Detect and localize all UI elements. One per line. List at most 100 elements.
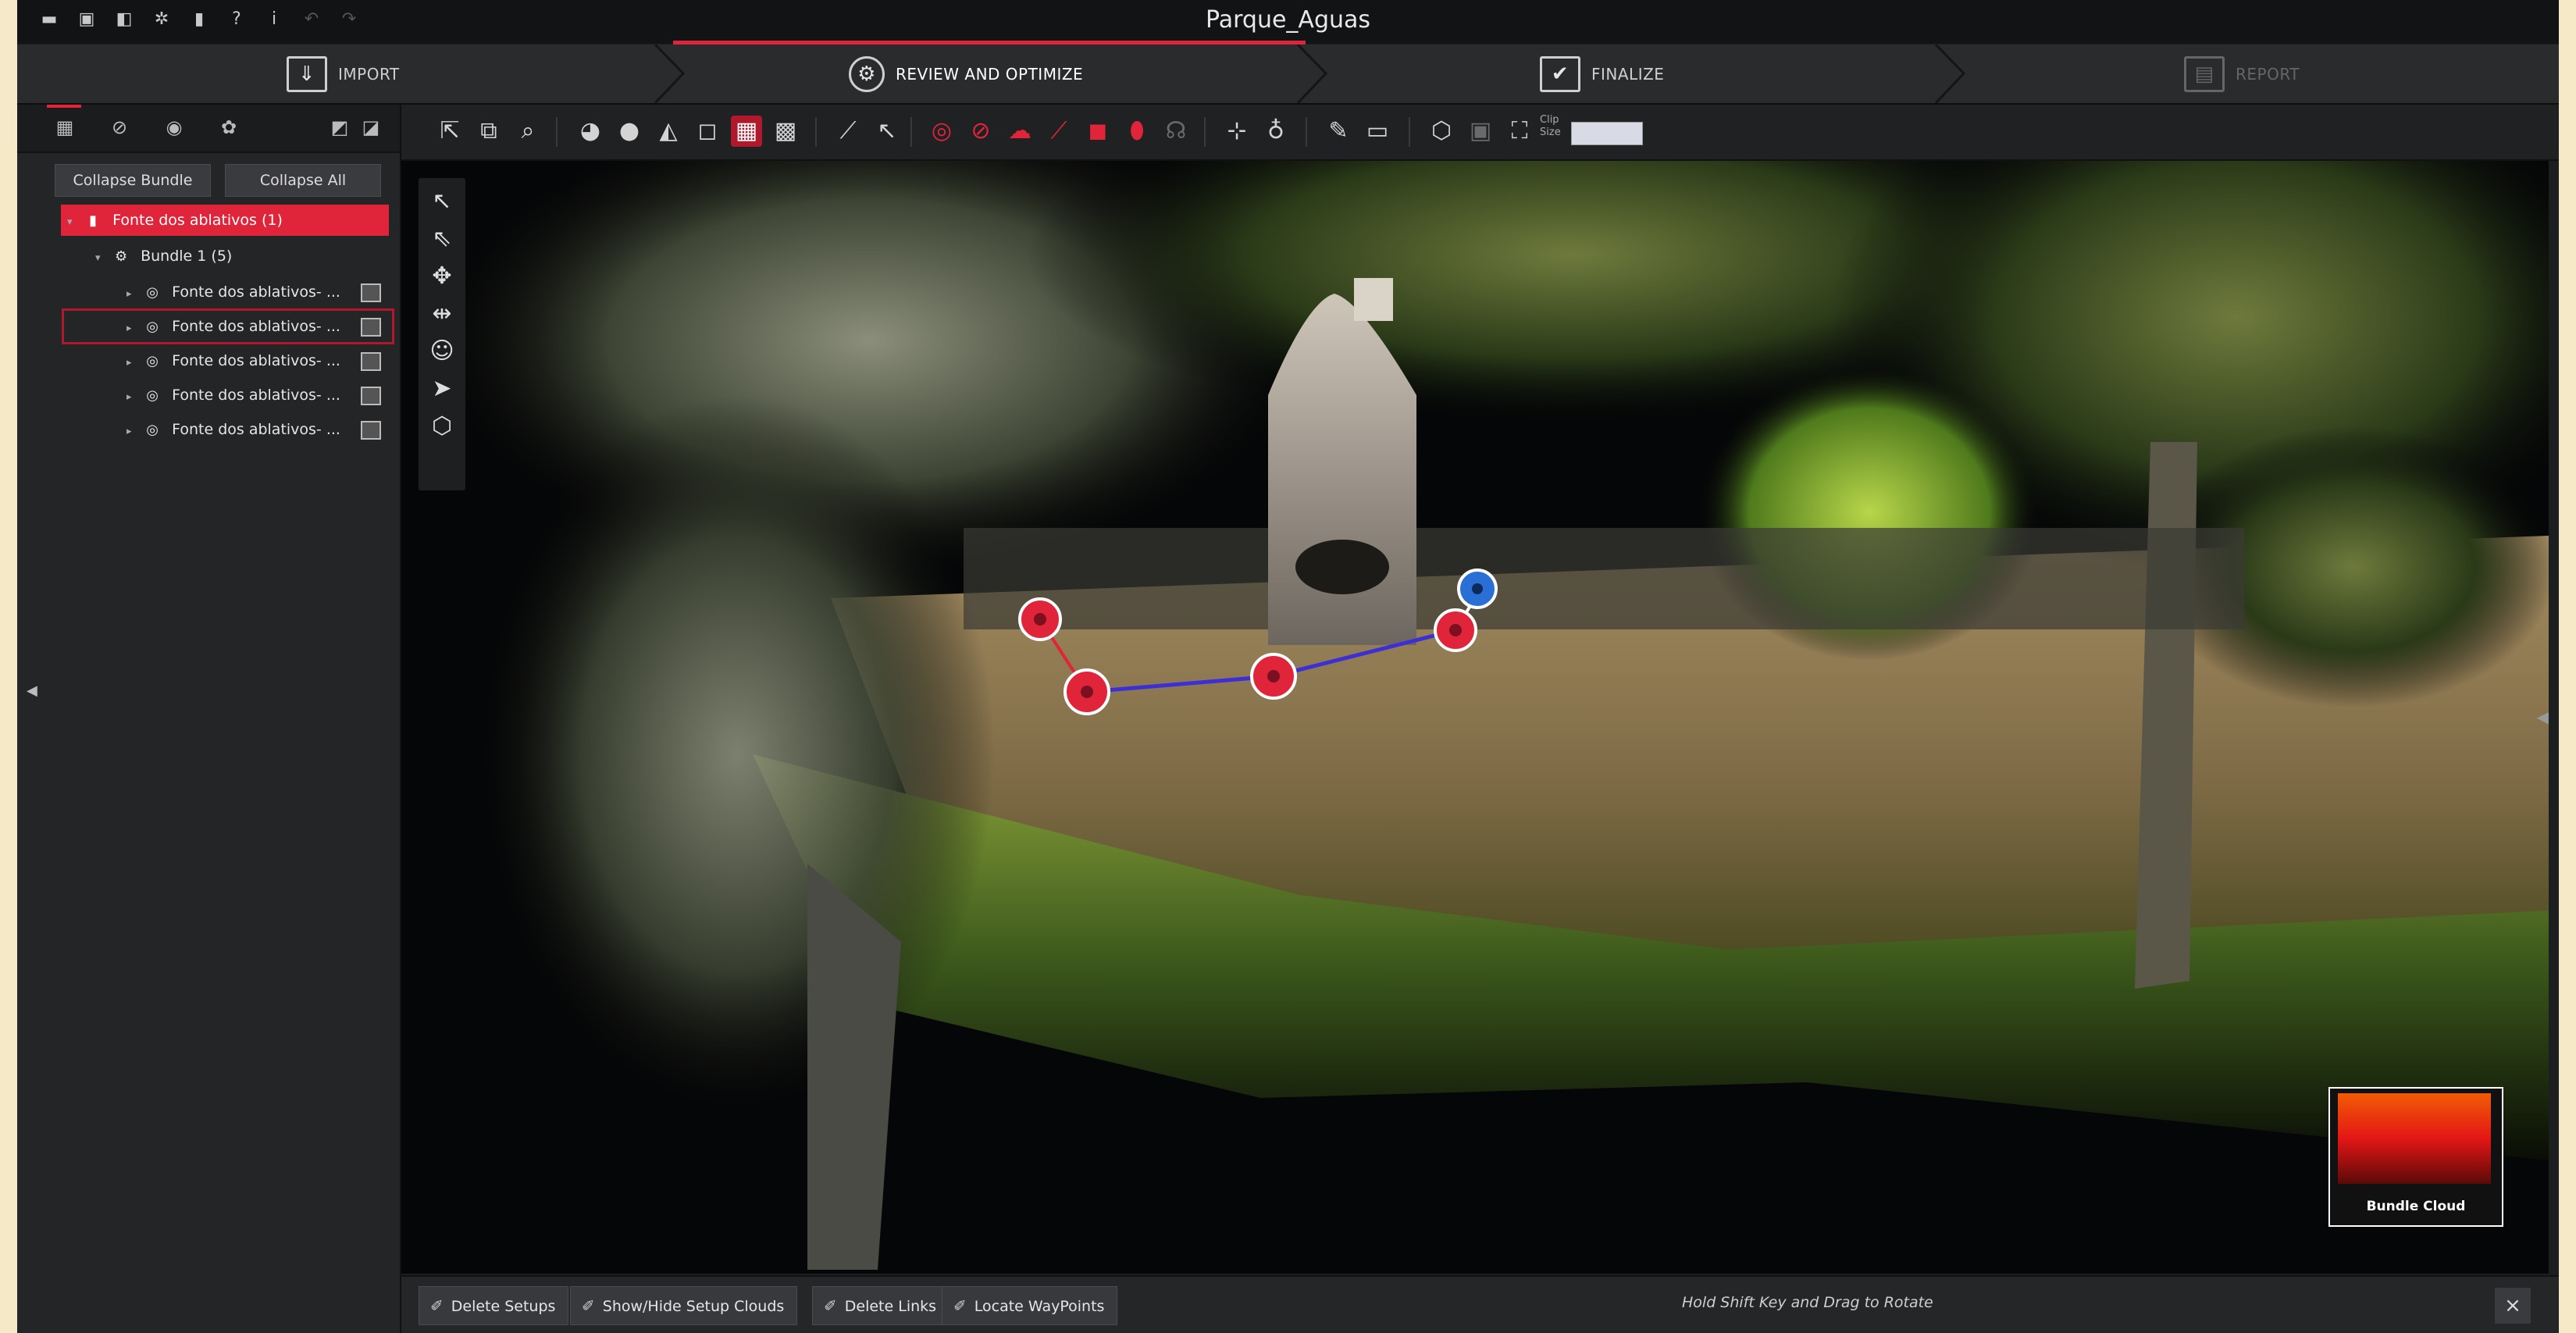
pan-icon[interactable]: ⇹	[426, 298, 458, 330]
workflow-divider	[1934, 45, 1965, 103]
collapse-right-icon[interactable]: ◀	[2537, 707, 2549, 726]
point-cloud-viewport[interactable]: ↖ ⇖ ✥ ⇹ ☺ ➤ ⬡ Bundle Cloud ◀	[401, 161, 2549, 1274]
clip-box-icon[interactable]: ▦	[731, 116, 762, 147]
expand-arrow-icon[interactable]: ▸	[126, 279, 139, 310]
orbit-icon[interactable]: ✥	[426, 261, 458, 292]
box-icon[interactable]: ◻	[692, 116, 723, 147]
clip-size-label: Clip Size	[1540, 114, 1561, 138]
tree-setup-node[interactable]: ▸ ◎ Fonte dos ablativos- ...	[126, 276, 381, 308]
pointer-mode-icon[interactable]: ↖	[871, 116, 903, 147]
delete-setups-label: Delete Setups	[451, 1298, 556, 1315]
active-setup-marker[interactable]	[1457, 568, 1498, 609]
expand-arrow-icon[interactable]: ▾	[95, 243, 108, 274]
show-waypoints-icon[interactable]: ⬮	[1121, 116, 1153, 147]
save-view-icon[interactable]: ▣	[1465, 116, 1496, 147]
measure-icon[interactable]: ⟋	[832, 116, 864, 147]
collapse-buttons: Collapse Bundle Collapse All	[17, 153, 400, 205]
tree-project-node[interactable]: ▾ ▮ Fonte dos ablativos (1)	[61, 205, 389, 236]
show-images-icon[interactable]: ◼	[1082, 116, 1113, 147]
setup-node-label: Fonte dos ablativos- ...	[172, 283, 340, 301]
show-targets-icon[interactable]: ⊘	[965, 116, 996, 147]
locate-waypoints-button[interactable]: ✐ Locate WayPoints	[942, 1286, 1118, 1325]
panel-tabs: ▦ ⊘ ◉ ✿ ◩ ◪	[17, 105, 400, 153]
image-thumbnail-icon[interactable]	[361, 386, 381, 405]
show-links-icon[interactable]: ⟋	[1043, 116, 1074, 147]
tab-selected-indicator	[47, 105, 81, 108]
window-title: Parque_Aguas	[1205, 6, 1371, 34]
status-hint: Hold Shift Key and Drag to Rotate	[1682, 1294, 1933, 1311]
show-hide-setup-clouds-button[interactable]: ✐ Show/Hide Setup Clouds	[570, 1286, 798, 1325]
links-icon[interactable]: ⊘	[109, 117, 130, 137]
expand-arrow-icon[interactable]: ▾	[67, 207, 80, 238]
view-left-icon[interactable]: ◩	[330, 117, 350, 137]
scan-setup-icon: ◎	[146, 352, 159, 369]
fly-icon[interactable]: ➤	[426, 373, 458, 405]
view-right-icon[interactable]: ◪	[361, 117, 381, 137]
grid-icon[interactable]: ▩	[770, 116, 801, 147]
image-thumbnail-icon[interactable]	[361, 317, 381, 337]
image-thumbnail-icon[interactable]	[361, 351, 381, 371]
delete-setups-button[interactable]: ✐ Delete Setups	[419, 1286, 569, 1325]
waypoint-marker[interactable]	[1064, 668, 1110, 715]
zoom-extents-icon[interactable]: ⌕	[512, 116, 543, 147]
show-setups-icon[interactable]: ◎	[926, 116, 957, 147]
delete-links-button[interactable]: ✐ Delete Links	[812, 1286, 950, 1325]
show-labels-icon[interactable]: ☊	[1160, 116, 1192, 147]
scan-setup-icon: ◎	[146, 283, 159, 301]
close-icon[interactable]: ×	[2495, 1288, 2531, 1324]
cloud-toggle-icon: ✐	[582, 1296, 595, 1315]
step-import[interactable]: ⇓ IMPORT	[287, 45, 400, 103]
settings-icon[interactable]: ✿	[219, 117, 239, 137]
show-clouds-icon[interactable]: ☁	[1004, 116, 1035, 147]
step-review-optimize[interactable]: ⚙ REVIEW AND OPTIMIZE	[849, 45, 1083, 103]
collapse-panel-icon[interactable]: ◀	[27, 683, 37, 699]
tree-setup-node[interactable]: ▸ ◎ Fonte dos ablativos- ...	[126, 345, 381, 376]
tree-bundle-node[interactable]: ▾ ⚙ Bundle 1 (5)	[95, 241, 232, 272]
expand-arrow-icon[interactable]: ▸	[126, 348, 139, 379]
select-tool-icon[interactable]: ⇱	[434, 116, 465, 147]
step-finalize[interactable]: ✔ FINALIZE	[1540, 45, 1664, 103]
project-tree-icon[interactable]: ▦	[55, 117, 75, 137]
project-node-label: Fonte dos ablativos (1)	[112, 212, 283, 229]
bundle-cloud-preview[interactable]: Bundle Cloud	[2328, 1087, 2503, 1227]
step-report-label: REPORT	[2236, 64, 2300, 84]
setup-node-label: Fonte dos ablativos- ...	[172, 352, 340, 369]
fountain-top	[1354, 278, 1393, 321]
setup-node-label: Fonte dos ablativos- ...	[172, 421, 340, 438]
image-thumbnail-icon[interactable]	[361, 420, 381, 440]
step-import-label: IMPORT	[338, 64, 400, 84]
collapse-bundle-button[interactable]: Collapse Bundle	[55, 164, 211, 197]
expand-arrow-icon[interactable]: ▸	[126, 382, 139, 413]
point-color-icon[interactable]: ◕	[575, 116, 606, 147]
expand-arrow-icon[interactable]: ▸	[126, 313, 139, 344]
shade-icon[interactable]: ◭	[653, 116, 684, 147]
review-optimize-icon: ⚙	[849, 55, 885, 92]
waypoint-marker[interactable]	[1434, 608, 1477, 652]
add-link-icon[interactable]: ⊹	[1221, 116, 1252, 147]
select-arrow-icon[interactable]: ↖	[426, 186, 458, 217]
step-report[interactable]: ▤ REPORT	[2184, 45, 2300, 103]
delete-links-label: Delete Links	[844, 1298, 937, 1315]
clip-manager-icon[interactable]: ⛶	[1504, 116, 1535, 147]
tree-setup-node-selected[interactable]: ▸ ◎ Fonte dos ablativos- ...	[62, 308, 394, 344]
cube-view-icon[interactable]: ⬡	[1426, 116, 1457, 147]
cube-view-icon[interactable]: ⬡	[426, 411, 458, 442]
targets-icon[interactable]: ◉	[164, 117, 184, 137]
multi-select-icon[interactable]: ⇖	[426, 223, 458, 255]
walk-icon[interactable]: ☺	[426, 336, 458, 367]
waypoint-marker[interactable]	[1250, 653, 1297, 700]
tree-setup-node[interactable]: ▸ ◎ Fonte dos ablativos- ...	[126, 380, 381, 411]
collapse-all-button[interactable]: Collapse All	[225, 164, 381, 197]
cloud-to-cloud-icon[interactable]: ♁	[1260, 116, 1292, 147]
display-mode-icon[interactable]: ▭	[1362, 116, 1393, 147]
clip-size-input[interactable]	[1571, 122, 1643, 145]
tree-setup-node[interactable]: ▸ ◎ Fonte dos ablativos- ...	[126, 414, 381, 445]
expand-arrow-icon[interactable]: ▸	[126, 416, 139, 447]
waypoint-marker[interactable]	[1018, 597, 1062, 641]
auto-register-icon[interactable]: ✎	[1323, 116, 1354, 147]
bottom-action-bar: ✐ Delete Setups ✐ Show/Hide Setup Clouds ✐…	[401, 1275, 2559, 1333]
window-select-icon[interactable]: ⧉	[473, 116, 504, 147]
image-thumbnail-icon[interactable]	[361, 283, 381, 302]
sphere-icon[interactable]: ●	[614, 116, 645, 147]
import-icon: ⇓	[287, 55, 327, 92]
